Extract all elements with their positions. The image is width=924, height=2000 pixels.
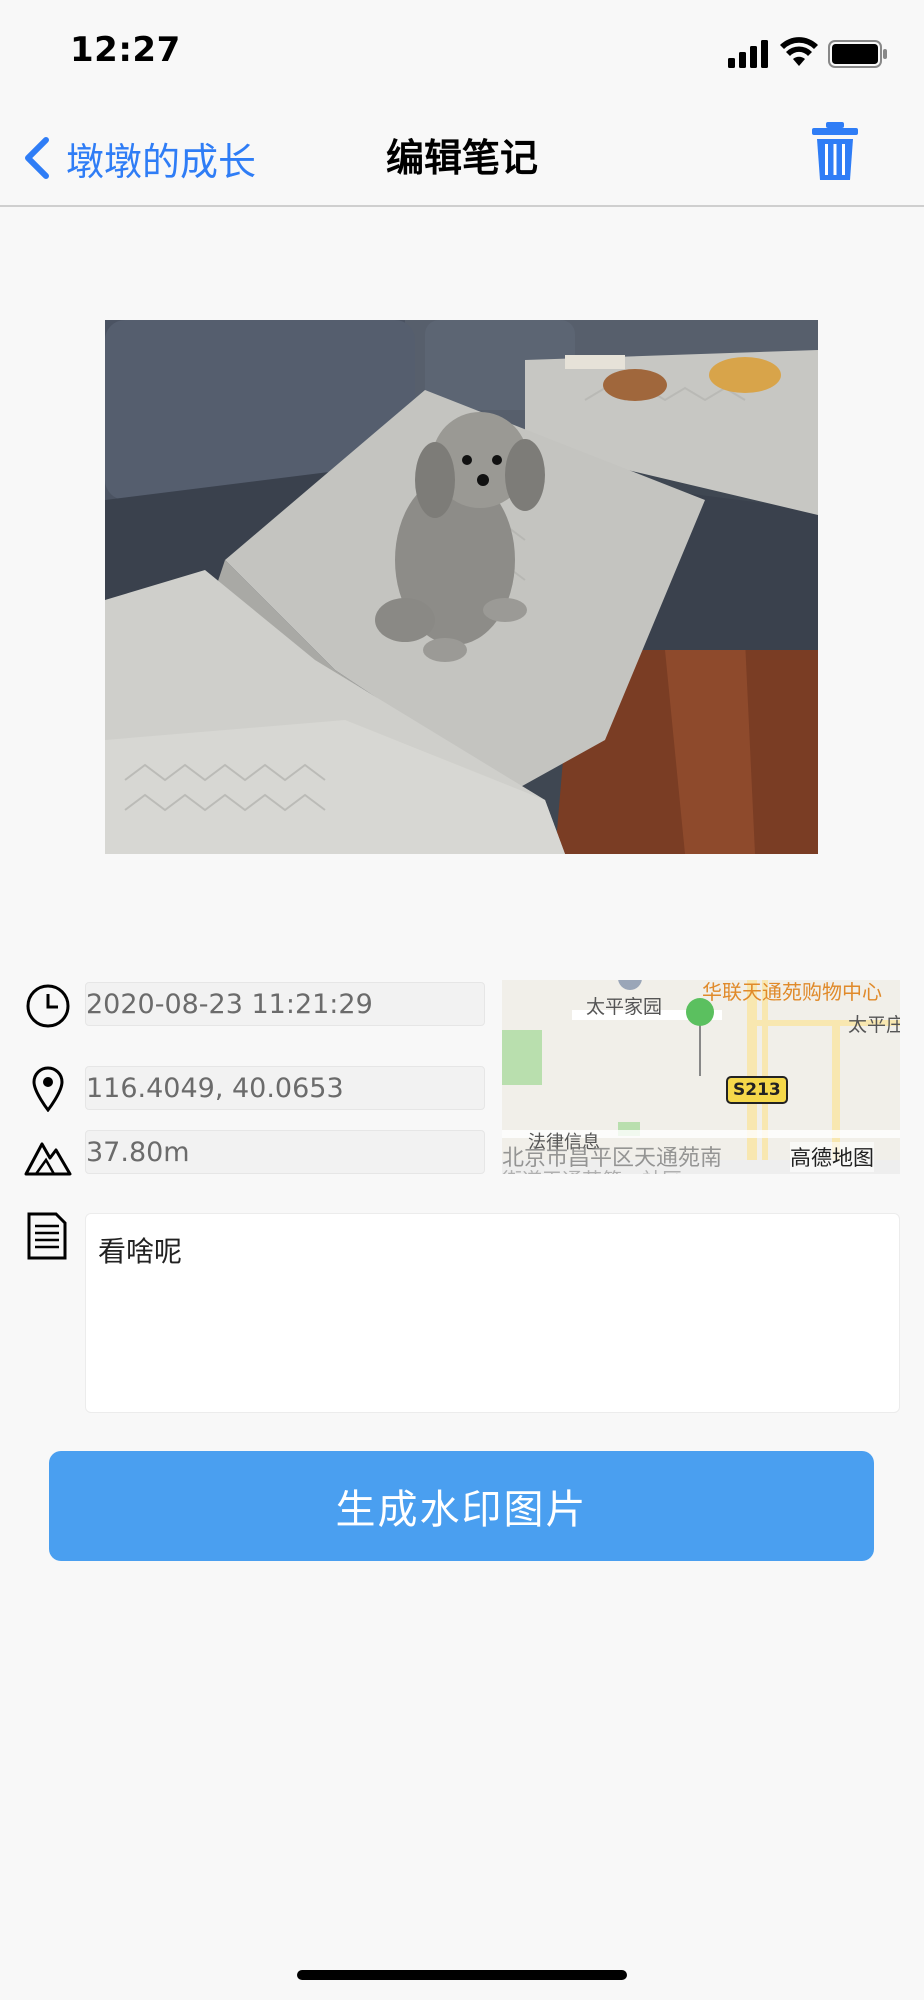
location-map[interactable]: 华联天通苑购物中心 太平家园 太平庄 S213 法律信息 北京市昌平区天通苑南 … [502, 980, 900, 1174]
status-time: 12:27 [70, 30, 181, 70]
generate-watermark-label: 生成水印图片 [335, 1487, 588, 1533]
map-label-taiping: 太平庄 [848, 1014, 900, 1036]
map-label-street: 街道天通苑第一社区 [502, 1164, 682, 1174]
battery-icon [828, 40, 887, 68]
back-label: 墩墩的成长 [66, 139, 257, 184]
generate-watermark-button[interactable]: 生成水印图片 [49, 1451, 874, 1561]
note-icon [27, 1212, 67, 1260]
chevron-left-icon [25, 137, 49, 179]
note-text: 看啥呢 [98, 1235, 183, 1268]
nav-divider [0, 205, 924, 207]
mountain-icon [24, 1142, 72, 1176]
altitude-field[interactable]: 37.80m [85, 1130, 485, 1174]
page-title: 编辑笔记 [385, 136, 538, 180]
map-provider-logo: 高德地图 [790, 1142, 874, 1172]
map-road-badge: S213 [726, 1076, 788, 1104]
location-value: 116.4049, 40.0653 [86, 1072, 344, 1104]
wifi-icon [780, 37, 818, 66]
datetime-field[interactable]: 2020-08-23 11:21:29 [85, 982, 485, 1026]
altitude-value: 37.80m [86, 1136, 190, 1168]
home-indicator[interactable] [297, 1970, 627, 1980]
location-field[interactable]: 116.4049, 40.0653 [85, 1066, 485, 1110]
map-label-residence: 太平家园 [586, 996, 663, 1018]
note-textarea[interactable]: 看啥呢 [85, 1213, 900, 1413]
datetime-value: 2020-08-23 11:21:29 [86, 988, 373, 1020]
trash-icon[interactable] [812, 122, 858, 182]
location-pin-icon [32, 1066, 64, 1112]
back-button[interactable]: 墩墩的成长 [22, 130, 256, 186]
clock-icon [26, 984, 70, 1028]
note-photo[interactable] [105, 320, 818, 854]
map-label-mall: 华联天通苑购物中心 [702, 980, 882, 1004]
cellular-signal-icon [728, 40, 768, 68]
